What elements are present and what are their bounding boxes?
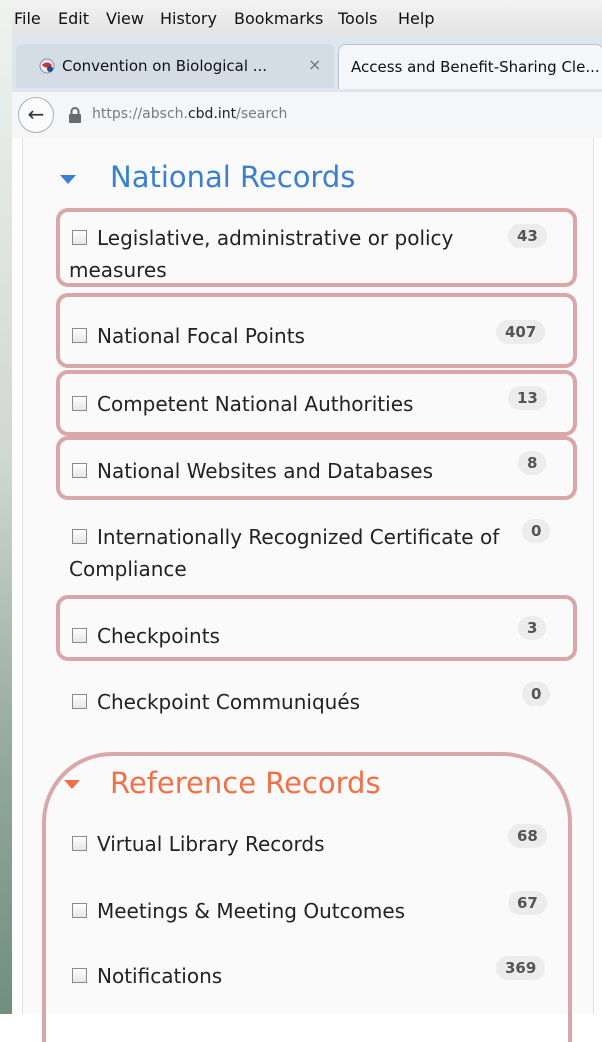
close-icon[interactable]: × [308, 55, 321, 74]
caret-down-icon [60, 175, 76, 184]
filter-label: Internationally Recognized Certificate o… [69, 525, 500, 581]
url-prefix: https://absch. [92, 106, 188, 122]
menu-view[interactable]: View [106, 9, 144, 28]
tab-absch[interactable]: Access and Benefit-Sharing Cle... [338, 44, 602, 89]
highlight-box-reference [42, 752, 572, 1042]
highlight-box [56, 436, 577, 500]
highlight-box [56, 208, 577, 287]
checkbox[interactable] [72, 694, 87, 709]
highlight-box [56, 370, 577, 436]
lock-icon [69, 107, 81, 123]
filter-label: Checkpoint Communiqués [97, 690, 361, 714]
count-badge: 0 [522, 519, 551, 543]
tab-bar: Convention on Biological ... × Access an… [12, 36, 602, 92]
tab-label: Convention on Biological ... [62, 57, 268, 75]
menu-edit[interactable]: Edit [58, 9, 89, 28]
back-arrow-icon[interactable]: ← [18, 97, 54, 133]
address-bar[interactable]: https://absch.cbd.int/search [92, 106, 287, 122]
menu-help[interactable]: Help [398, 9, 434, 28]
url-domain: cbd.int [187, 106, 237, 122]
cbd-favicon-icon [39, 58, 55, 74]
menu-tools[interactable]: Tools [338, 9, 377, 28]
menu-bar: File Edit View History Bookmarks Tools H… [12, 0, 602, 37]
section-title: National Records [110, 160, 356, 194]
desktop-background [0, 0, 12, 1014]
count-badge: 0 [522, 682, 551, 706]
menu-history[interactable]: History [160, 9, 217, 28]
highlight-box [56, 293, 577, 368]
tab-label: Access and Benefit-Sharing Cle... [351, 58, 600, 76]
url-path: /search [236, 106, 288, 122]
menu-bookmarks[interactable]: Bookmarks [234, 9, 323, 28]
navigation-bar: ← https://absch.cbd.int/search [12, 92, 602, 139]
tab-convention[interactable]: Convention on Biological ... × [16, 44, 334, 88]
highlight-box [56, 595, 577, 661]
menu-file[interactable]: File [14, 9, 41, 28]
page-content: National Records Legislative, administra… [12, 138, 602, 1042]
